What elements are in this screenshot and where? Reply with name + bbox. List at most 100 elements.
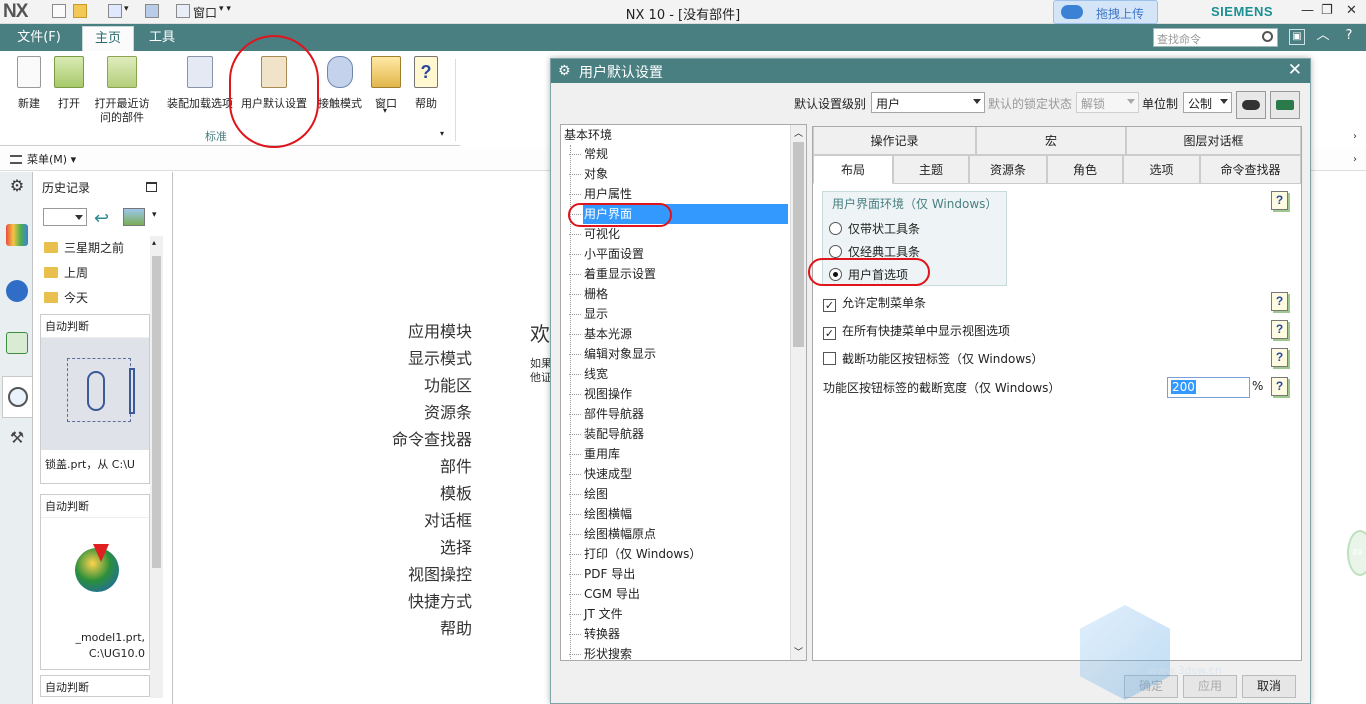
expand-chevron-icon[interactable]: › <box>1353 154 1357 165</box>
find-default-icon[interactable] <box>1236 91 1266 119</box>
welcome-link[interactable]: 模板 <box>370 480 472 507</box>
tree-item[interactable]: 编辑对象显示 <box>568 344 657 364</box>
tree-item[interactable]: 着重显示设置 <box>568 264 657 284</box>
tree-root[interactable]: 基本环境 <box>564 126 612 144</box>
tree-item[interactable]: 对象 <box>568 164 609 184</box>
history-card[interactable]: 自动判断 <box>40 675 150 697</box>
tree-item[interactable]: 重用库 <box>568 444 621 464</box>
help-icon[interactable]: ? <box>1271 348 1288 367</box>
apply-button[interactable]: 应用 <box>1183 675 1237 698</box>
history-card[interactable]: 自动判断 锁盖.prt，从 C:\U <box>40 314 150 484</box>
gear-icon[interactable]: ⚙ <box>6 176 28 198</box>
new-button[interactable]: 新建 <box>12 56 46 111</box>
checkbox-show-view-options[interactable]: ✓ 在所有快捷菜单中显示视图选项 <box>823 322 1010 340</box>
open-recent-button[interactable]: 打开最近访 问的部件 <box>92 56 152 124</box>
tree-item[interactable]: 打印（仅 Windows） <box>568 544 702 564</box>
tree-item[interactable]: CGM 导出 <box>569 584 641 604</box>
help-icon[interactable]: ? <box>1271 377 1288 396</box>
radio-ribbon-only[interactable]: 仅带状工具条 <box>829 220 920 237</box>
checkbox-allow-custom-menu[interactable]: ✓ 允许定制菜单条 <box>823 294 926 312</box>
tree-item[interactable]: 显示 <box>568 304 609 324</box>
welcome-link[interactable]: 部件 <box>370 453 472 480</box>
tree-item[interactable]: 绘图 <box>568 484 609 504</box>
tab-role[interactable]: 角色 <box>1047 155 1123 184</box>
collapse-ribbon-icon[interactable]: ︿ <box>1315 29 1331 45</box>
manage-defaults-icon[interactable] <box>1270 91 1300 119</box>
welcome-link[interactable]: 选择 <box>370 534 472 561</box>
tree-item[interactable]: 基本光源 <box>568 324 633 344</box>
tab-tools[interactable]: 工具 <box>140 24 184 51</box>
maximize-panel-icon[interactable] <box>146 182 157 192</box>
tab-layer-dialog[interactable]: 图层对话框 <box>1126 127 1301 155</box>
lock-state-select[interactable]: 解锁 <box>1076 92 1139 113</box>
tab-command-finder[interactable]: 命令查找器 <box>1200 155 1301 184</box>
expand-chevron-icon[interactable]: › <box>1353 131 1357 142</box>
truncate-width-input[interactable]: 200 <box>1167 377 1250 398</box>
dialog-title-bar[interactable]: ⚙ 用户默认设置 ✕ <box>551 59 1310 83</box>
touch-mode-button[interactable]: 接触模式 <box>316 56 364 111</box>
welcome-link[interactable]: 功能区 <box>370 372 472 399</box>
tree-item[interactable]: 绘图横幅原点 <box>568 524 657 544</box>
help-button[interactable]: ? 帮助 <box>410 56 442 111</box>
scroll-up-icon[interactable]: ▴ <box>152 238 156 247</box>
help-icon[interactable]: ? <box>1271 320 1288 339</box>
welcome-link[interactable]: 帮助 <box>370 615 472 642</box>
scroll-up-icon[interactable]: ︿ <box>794 126 803 139</box>
help-icon[interactable]: ? <box>1271 191 1288 210</box>
part-navigator-icon[interactable] <box>6 224 28 246</box>
reuse-library-icon[interactable] <box>6 332 28 354</box>
welcome-link[interactable]: 快捷方式 <box>370 588 472 615</box>
tree-item[interactable]: 视图操作 <box>568 384 633 404</box>
scrollbar-thumb[interactable] <box>793 142 804 347</box>
role-tool-icon[interactable]: ⚒ <box>6 428 28 450</box>
dialog-close-icon[interactable]: ✕ <box>1288 60 1302 80</box>
tree-item[interactable]: 常规 <box>568 144 609 164</box>
history-tab[interactable] <box>2 376 32 418</box>
assembly-load-options-button[interactable]: 装配加载选项 <box>162 56 238 111</box>
tab-layout[interactable]: 布局 <box>813 155 893 184</box>
tab-options[interactable]: 选项 <box>1123 155 1200 184</box>
restore-button[interactable]: ❐ <box>1321 3 1333 18</box>
cancel-button[interactable]: 取消 <box>1242 675 1296 698</box>
window-button[interactable]: 窗口 <box>370 56 402 111</box>
tab-operation-log[interactable]: 操作记录 <box>813 127 976 155</box>
history-card[interactable]: 自动判断 _model1.prt, C:\UG10.0 <box>40 494 150 670</box>
close-button[interactable]: ✕ <box>1346 3 1357 18</box>
back-arrow-icon[interactable]: ↩ <box>94 208 109 229</box>
welcome-link[interactable]: 资源条 <box>370 399 472 426</box>
search-icon[interactable] <box>1262 31 1273 42</box>
tree-item[interactable]: 用户属性 <box>568 184 633 204</box>
history-view-combo[interactable] <box>43 208 87 226</box>
welcome-link[interactable]: 应用模块 <box>370 318 472 345</box>
thumbnail-view-icon[interactable] <box>123 208 145 226</box>
tab-home[interactable]: 主页 <box>82 26 134 51</box>
tree-item[interactable]: 部件导航器 <box>568 404 645 424</box>
web-browser-icon[interactable] <box>6 280 28 302</box>
scroll-down-icon[interactable]: ﹀ <box>794 645 803 658</box>
tab-file[interactable]: 文件(F) <box>0 24 78 51</box>
ribbon-help-icon[interactable]: ? <box>1341 29 1357 45</box>
tree-item[interactable]: 栅格 <box>568 284 609 304</box>
checkbox-truncate-labels[interactable]: 截断功能区按钮标签（仅 Windows） <box>823 350 1043 367</box>
minimize-button[interactable]: — <box>1301 3 1314 18</box>
tree-item[interactable]: 线宽 <box>568 364 609 384</box>
help-icon[interactable]: ? <box>1271 292 1288 311</box>
tree-item[interactable]: 转换器 <box>568 624 621 644</box>
command-search-input[interactable]: 查找命令 <box>1153 28 1278 47</box>
tree-item[interactable]: 小平面设置 <box>568 244 645 264</box>
welcome-link[interactable]: 视图操控 <box>370 561 472 588</box>
view-chevron-icon[interactable]: ▾ <box>152 210 157 220</box>
tab-resource-bar[interactable]: 资源条 <box>969 155 1047 184</box>
edge-badge[interactable]: 49 <box>1347 530 1366 576</box>
tree-item[interactable]: 快速成型 <box>568 464 633 484</box>
scrollbar-thumb[interactable] <box>152 256 161 568</box>
history-group[interactable]: 上周 <box>44 264 88 281</box>
upload-button[interactable]: 拖拽上传 <box>1053 0 1158 24</box>
tree-item[interactable]: 绘图横幅 <box>568 504 633 524</box>
tree-item[interactable]: 形状搜索 <box>568 644 633 660</box>
tree-item[interactable]: JT 文件 <box>569 604 624 624</box>
welcome-link[interactable]: 显示模式 <box>370 345 472 372</box>
tree-item[interactable]: PDF 导出 <box>568 564 636 584</box>
tab-theme[interactable]: 主题 <box>893 155 969 184</box>
open-button[interactable]: 打开 <box>52 56 86 111</box>
